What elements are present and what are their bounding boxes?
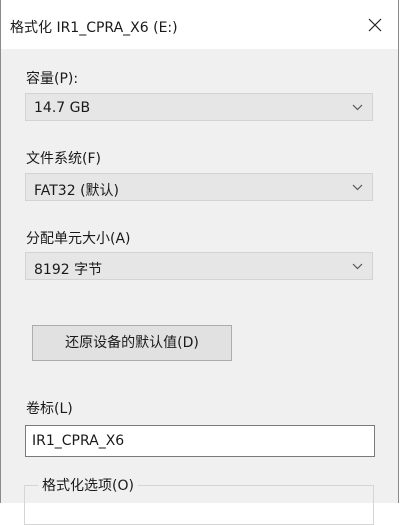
format-options-label: 格式化选项(O): [38, 475, 138, 495]
volume-label-input[interactable]: IR1_CPRA_X6: [25, 425, 375, 457]
format-dialog: 格式化 IR1_CPRA_X6 (E:) 容量(P): 14.7 GB 文件系统…: [0, 0, 399, 525]
close-button[interactable]: [354, 0, 398, 49]
filesystem-label: 文件系统(F): [26, 151, 101, 167]
allocation-value: 8192 字节: [34, 262, 103, 278]
volume-label: 卷标(L): [26, 401, 73, 417]
restore-defaults-button[interactable]: 还原设备的默认值(D): [32, 325, 232, 361]
volume-label-value: IR1_CPRA_X6: [32, 433, 125, 449]
filesystem-value: FAT32 (默认): [34, 183, 119, 199]
chevron-down-icon: [352, 184, 363, 191]
capacity-dropdown[interactable]: 14.7 GB: [25, 93, 373, 121]
filesystem-dropdown[interactable]: FAT32 (默认): [25, 173, 373, 201]
capacity-label: 容量(P):: [26, 71, 79, 87]
window-title: 格式化 IR1_CPRA_X6 (E:): [10, 20, 178, 36]
allocation-dropdown[interactable]: 8192 字节: [25, 252, 373, 280]
close-icon: [368, 18, 382, 32]
title-bar: 格式化 IR1_CPRA_X6 (E:): [1, 0, 398, 49]
allocation-label: 分配单元大小(A): [26, 231, 131, 247]
chevron-down-icon: [352, 104, 363, 111]
chevron-down-icon: [352, 263, 363, 270]
capacity-value: 14.7 GB: [34, 100, 91, 116]
